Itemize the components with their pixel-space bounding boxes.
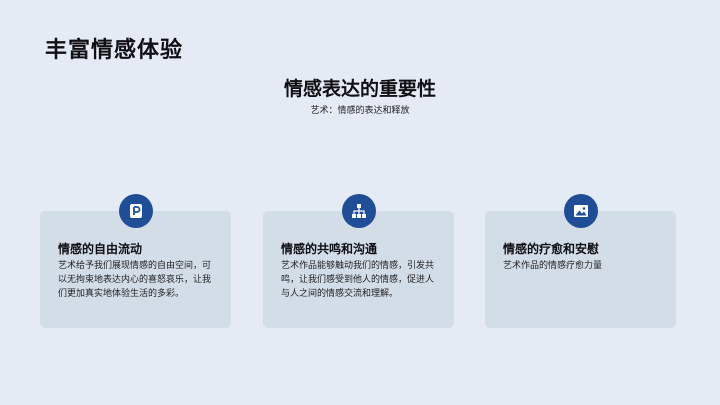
hierarchy-icon xyxy=(341,194,376,228)
page-title: 丰富情感体验 xyxy=(45,38,184,63)
card-body: 艺术作品能够触动我们的情感，引发共鸣，让我们感受到他人的情感，促进人与人之间的情… xyxy=(281,261,435,299)
card-body: 艺术给予我们展现情感的自由空间，可以无拘束地表达内心的喜怒哀乐，让我们更加真实地… xyxy=(58,261,212,299)
card-body: 艺术作品的情感疗愈力量 xyxy=(503,261,603,271)
section-subtitle: 艺术：情感的表达和释放 xyxy=(310,106,410,116)
image-icon xyxy=(563,194,598,228)
card-healing: 情感的疗愈和安慰 艺术作品的情感疗愈力量 xyxy=(485,194,676,328)
card-title: 情感的自由流动 xyxy=(58,242,143,256)
parking-sign-icon xyxy=(118,194,153,228)
card-resonance: 情感的共鸣和沟通 艺术作品能够触动我们的情感，引发共鸣，让我们感受到他人的情感，… xyxy=(263,194,454,328)
card-title: 情感的疗愈和安慰 xyxy=(503,242,600,256)
card-title: 情感的共鸣和沟通 xyxy=(281,242,378,256)
section-title: 情感表达的重要性 xyxy=(283,78,436,100)
card-free-flow: 情感的自由流动 艺术给予我们展现情感的自由空间，可以无拘束地表达内心的喜怒哀乐，… xyxy=(40,194,231,328)
